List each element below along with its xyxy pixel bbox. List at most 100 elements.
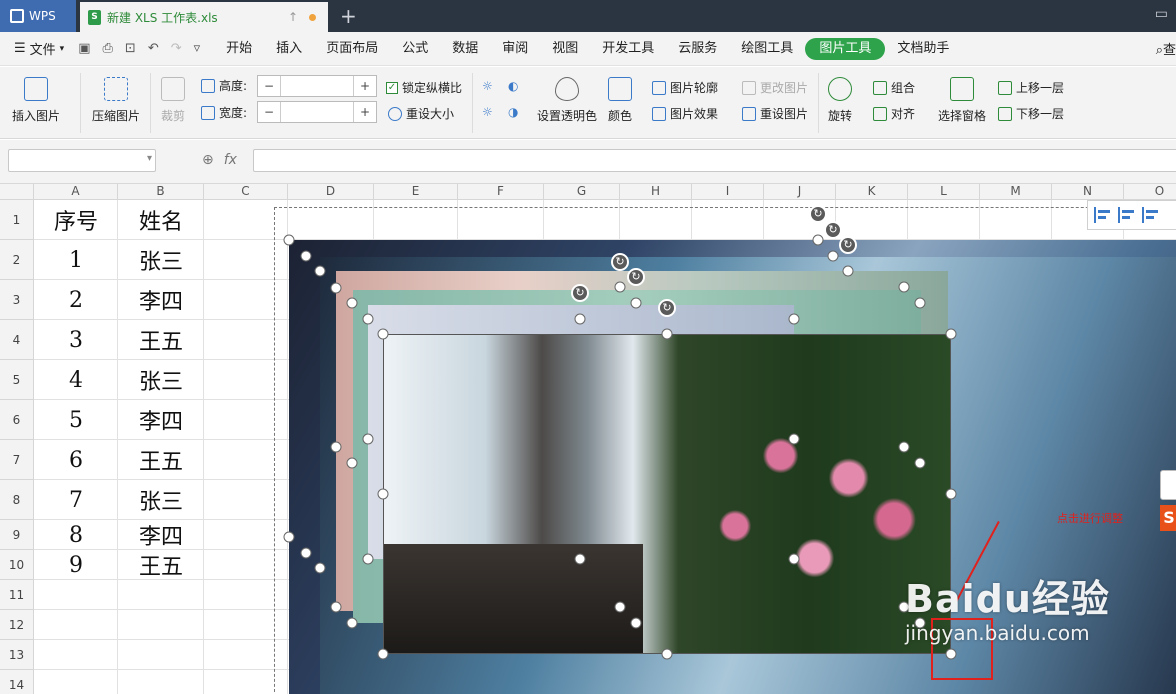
cell-a6[interactable]: 5: [34, 400, 118, 440]
contrast-down-button[interactable]: ◑: [508, 105, 518, 119]
cell-b6[interactable]: 李四: [118, 400, 204, 440]
cell-a1[interactable]: 序号: [34, 200, 118, 240]
column-header-k[interactable]: K: [836, 184, 908, 200]
search-button[interactable]: ⌕查: [1156, 39, 1176, 58]
reset-size-button[interactable]: 重设大小: [388, 105, 454, 122]
name-box[interactable]: [8, 149, 156, 172]
row-header-14[interactable]: 14: [0, 670, 34, 694]
width-increment[interactable]: +: [354, 102, 376, 122]
new-tab-plus-icon[interactable]: +: [340, 4, 357, 28]
cell-a8[interactable]: 7: [34, 480, 118, 520]
lock-ratio-checkbox[interactable]: ✓ 锁定纵横比: [386, 79, 462, 96]
menu-page-layout[interactable]: 页面布局: [314, 38, 390, 60]
row-header-9[interactable]: 9: [0, 520, 34, 550]
row-header-7[interactable]: 7: [0, 440, 34, 480]
print-icon[interactable]: ⎙: [103, 41, 113, 56]
row-header-5[interactable]: 5: [0, 360, 34, 400]
redo-icon[interactable]: ↷: [171, 41, 182, 56]
column-header-h[interactable]: H: [620, 184, 692, 200]
brightness-up-button[interactable]: ☼: [482, 79, 493, 93]
align-button[interactable]: 对齐: [873, 105, 915, 122]
cell-a7[interactable]: 6: [34, 440, 118, 480]
menu-cloud[interactable]: 云服务: [666, 38, 729, 60]
menu-review[interactable]: 审阅: [490, 38, 540, 60]
color-button[interactable]: 颜色: [608, 77, 632, 124]
cell-a2[interactable]: 1: [34, 240, 118, 280]
cell-b1[interactable]: 姓名: [118, 200, 204, 240]
column-header-m[interactable]: M: [980, 184, 1052, 200]
cell-b7[interactable]: 王五: [118, 440, 204, 480]
set-transparent-button[interactable]: 设置透明色: [537, 77, 597, 124]
cell-a10[interactable]: 9: [34, 550, 118, 580]
brightness-down-button[interactable]: ☼: [482, 105, 493, 119]
cell-b10[interactable]: 王五: [118, 550, 204, 580]
print-preview-icon[interactable]: ⊡: [125, 41, 136, 56]
row-header-2[interactable]: 2: [0, 240, 34, 280]
cell-b3[interactable]: 李四: [118, 280, 204, 320]
change-picture-button[interactable]: 更改图片: [742, 79, 808, 96]
row-header-11[interactable]: 11: [0, 580, 34, 610]
height-increment[interactable]: +: [354, 76, 376, 96]
cell-b2[interactable]: 张三: [118, 240, 204, 280]
cell-b5[interactable]: 张三: [118, 360, 204, 400]
customize-chevron-icon[interactable]: ▿: [194, 41, 201, 56]
row-header-4[interactable]: 4: [0, 320, 34, 360]
bring-forward-button[interactable]: 上移一层: [998, 79, 1064, 96]
column-header-b[interactable]: B: [118, 184, 204, 200]
menu-drawing-tools[interactable]: 绘图工具: [729, 38, 805, 60]
select-all-corner[interactable]: [0, 184, 34, 200]
width-input[interactable]: [280, 102, 354, 122]
save-icon[interactable]: ▣: [78, 41, 90, 56]
width-decrement[interactable]: −: [258, 102, 280, 122]
row-header-3[interactable]: 3: [0, 280, 34, 320]
cell-a5[interactable]: 4: [34, 360, 118, 400]
menu-developer[interactable]: 开发工具: [590, 38, 666, 60]
column-header-i[interactable]: I: [692, 184, 764, 200]
group-button[interactable]: 组合: [873, 79, 915, 96]
menu-doc-assistant[interactable]: 文档助手: [885, 38, 961, 60]
send-backward-button[interactable]: 下移一层: [998, 105, 1064, 122]
row-header-12[interactable]: 12: [0, 610, 34, 640]
undo-icon[interactable]: ↶: [148, 41, 159, 56]
cell-b8[interactable]: 张三: [118, 480, 204, 520]
menu-picture-tools[interactable]: 图片工具: [805, 37, 886, 60]
insert-picture-button[interactable]: 插入图片: [12, 77, 60, 124]
height-stepper[interactable]: − +: [257, 75, 377, 97]
upload-arrow-icon[interactable]: ↑: [288, 10, 298, 24]
column-header-n[interactable]: N: [1052, 184, 1124, 200]
zoom-icon[interactable]: ⊕: [202, 152, 214, 168]
file-menu[interactable]: ☰ 文件 ▾: [0, 39, 72, 58]
picture-effect-button[interactable]: 图片效果: [652, 105, 718, 122]
cell-a9[interactable]: 8: [34, 520, 118, 550]
column-header-g[interactable]: G: [544, 184, 620, 200]
column-header-j[interactable]: J: [764, 184, 836, 200]
rotate-button[interactable]: 旋转: [828, 77, 852, 124]
crop-button[interactable]: 裁剪: [161, 77, 185, 124]
wps-home-tab[interactable]: WPS: [0, 0, 76, 32]
cell-b4[interactable]: 王五: [118, 320, 204, 360]
selection-pane-button[interactable]: 选择窗格: [938, 77, 986, 124]
row-header-10[interactable]: 10: [0, 550, 34, 580]
column-header-c[interactable]: C: [204, 184, 288, 200]
height-input[interactable]: [280, 76, 354, 96]
row-header-8[interactable]: 8: [0, 480, 34, 520]
document-tab[interactable]: S 新建 XLS 工作表.xls ↑: [80, 2, 328, 32]
row-header-13[interactable]: 13: [0, 640, 34, 670]
menu-insert[interactable]: 插入: [264, 38, 314, 60]
picture-outline-button[interactable]: 图片轮廓: [652, 79, 718, 96]
column-header-f[interactable]: F: [458, 184, 544, 200]
cell-a3[interactable]: 2: [34, 280, 118, 320]
height-decrement[interactable]: −: [258, 76, 280, 96]
column-header-l[interactable]: L: [908, 184, 980, 200]
reset-picture-button[interactable]: 重设图片: [742, 105, 808, 122]
column-header-d[interactable]: D: [288, 184, 374, 200]
row-header-1[interactable]: 1: [0, 200, 34, 240]
menu-formulas[interactable]: 公式: [390, 38, 440, 60]
column-header-e[interactable]: E: [374, 184, 458, 200]
spreadsheet-grid[interactable]: A B C D E F G H I J K L M N O 1 序号 姓名 2 1 张三 3 2 李四 4 3 王五 5 4 张三 6 5 李四…: [0, 184, 1176, 694]
compress-picture-button[interactable]: 压缩图片: [92, 77, 140, 124]
menu-view[interactable]: 视图: [540, 38, 590, 60]
cell-a4[interactable]: 3: [34, 320, 118, 360]
width-stepper[interactable]: − +: [257, 101, 377, 123]
formula-input[interactable]: [253, 149, 1176, 172]
